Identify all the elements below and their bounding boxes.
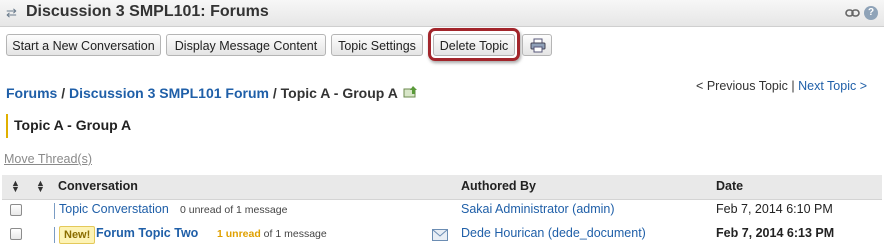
previous-topic-link[interactable]: < Previous Topic	[696, 79, 788, 93]
help-icon[interactable]: ?	[864, 6, 878, 20]
next-topic-link[interactable]: Next Topic >	[798, 79, 867, 93]
topic-navigation: < Previous Topic | Next Topic >	[696, 79, 867, 93]
post-date: Feb 7, 2014 6:13 PM	[716, 226, 835, 240]
breadcrumb-current-topic: Topic A - Group A	[280, 85, 398, 101]
sort-icon[interactable]: ▲ ▼	[36, 179, 45, 194]
thread-indent-bar	[54, 203, 55, 219]
post-date: Feb 7, 2014 6:10 PM	[716, 202, 833, 216]
print-button[interactable]	[522, 34, 552, 56]
column-header-authored-by[interactable]: Authored By	[461, 179, 536, 193]
breadcrumb: Forums / Discussion 3 SMPL101 Forum / To…	[6, 85, 419, 101]
author-link[interactable]: Dede Hourican (dede_document)	[461, 226, 646, 240]
message-count: 1 unread of 1 message	[217, 228, 327, 240]
table-header: ▲ ▼ ▲ ▼ Conversation Authored By Date	[2, 175, 882, 200]
breadcrumb-separator: /	[57, 85, 70, 101]
author-link[interactable]: Sakai Administrator (admin)	[461, 202, 615, 216]
printer-icon	[530, 38, 546, 53]
conversation-link[interactable]: Forum Topic Two	[96, 226, 198, 240]
breadcrumb-forum-link[interactable]: Discussion 3 SMPL101 Forum	[69, 85, 269, 101]
delete-topic-highlight	[428, 28, 520, 61]
topic-heading: Topic A - Group A	[6, 114, 131, 138]
start-new-conversation-button[interactable]: Start a New Conversation	[6, 34, 161, 56]
envelope-icon	[432, 229, 448, 244]
breadcrumb-separator: /	[268, 85, 281, 101]
conversation-link[interactable]: Topic Converstation	[59, 202, 169, 216]
message-count: 0 unread of 1 message	[180, 204, 287, 216]
unread-count: 0 unread	[180, 204, 222, 216]
unread-count: 1 unread	[217, 228, 261, 240]
title-bar: ⇄ Discussion 3 SMPL101: Forums ?	[0, 0, 884, 27]
display-message-content-button[interactable]: Display Message Content	[166, 34, 326, 56]
thread-indent-bar	[54, 227, 55, 243]
row-checkbox[interactable]	[10, 228, 22, 240]
table-row: New! Forum Topic Two 1 unread of 1 messa…	[2, 223, 882, 247]
link-icon[interactable]	[845, 6, 860, 20]
row-checkbox[interactable]	[10, 204, 22, 216]
new-badge: New!	[59, 226, 96, 244]
topic-settings-button[interactable]: Topic Settings	[331, 34, 423, 56]
forum-up-icon[interactable]	[403, 85, 419, 99]
breadcrumb-forums-link[interactable]: Forums	[6, 85, 57, 101]
reset-arrows-icon[interactable]: ⇄	[6, 5, 20, 21]
table-row: Topic Converstation 0 unread of 1 messag…	[2, 199, 882, 223]
page-title: Discussion 3 SMPL101: Forums	[26, 3, 269, 20]
message-total: of 1 message	[221, 204, 288, 216]
move-threads-link[interactable]: Move Thread(s)	[4, 152, 92, 166]
message-total: of 1 message	[260, 228, 327, 240]
topic-nav-divider: |	[787, 79, 799, 93]
sort-icon[interactable]: ▲ ▼	[11, 179, 20, 194]
column-header-conversation[interactable]: Conversation	[58, 179, 138, 193]
column-header-date[interactable]: Date	[716, 179, 743, 193]
